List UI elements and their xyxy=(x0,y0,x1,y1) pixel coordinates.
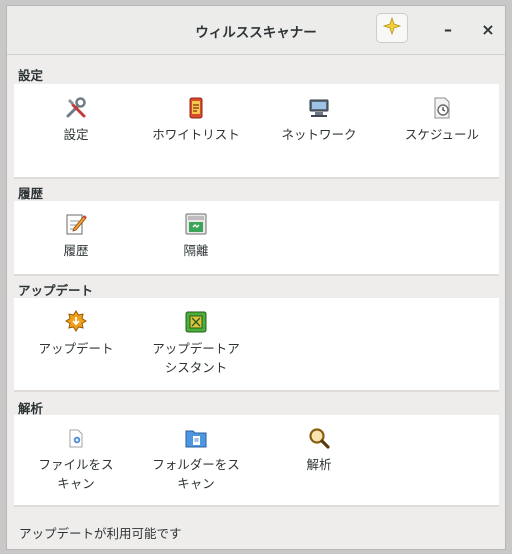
network-icon xyxy=(307,96,331,120)
quarantine-item[interactable]: 隔離 xyxy=(141,212,251,260)
history-item[interactable]: 履歴 xyxy=(21,212,131,260)
spark-button[interactable] xyxy=(376,13,408,43)
scan-file-icon xyxy=(64,426,88,450)
update-item-label: アップデート xyxy=(38,341,114,356)
virus-scanner-window: ウィルススキャナー – × 設定 設定 ホワイトリスト ネットワーク スケジュー… xyxy=(6,5,506,550)
scan-folder-item-label: フォルダーをス キャン xyxy=(152,457,240,491)
section-title-update: アップデート xyxy=(18,283,94,298)
settings-item[interactable]: 設定 xyxy=(21,96,131,144)
update-panel: アップデート アップデートア シスタント xyxy=(14,298,499,392)
notepad-icon xyxy=(64,212,88,236)
close-button[interactable]: × xyxy=(475,16,501,42)
status-text: アップデートが利用可能です xyxy=(19,526,182,541)
schedule-item-label: スケジュール xyxy=(404,127,480,142)
update-icon xyxy=(64,310,88,334)
section-title-history: 履歴 xyxy=(18,186,44,201)
whitelist-item-label: ホワイトリスト xyxy=(152,127,240,142)
magnifier-icon xyxy=(307,426,331,450)
update-assistant-item-label: アップデートア シスタント xyxy=(152,341,240,375)
analysis-panel: ファイルをス キャン フォルダーをス キャン 解析 xyxy=(14,415,499,507)
schedule-icon xyxy=(430,96,454,120)
whitelist-item[interactable]: ホワイトリスト xyxy=(141,96,251,144)
analysis-item[interactable]: 解析 xyxy=(264,426,374,474)
quarantine-item-label: 隔離 xyxy=(183,243,209,258)
analysis-item-label: 解析 xyxy=(306,457,332,472)
scan-file-item-label: ファイルをス キャン xyxy=(38,457,114,491)
scan-folder-icon xyxy=(184,426,208,450)
sparkle-icon xyxy=(382,16,402,39)
section-title-settings: 設定 xyxy=(18,68,44,83)
quarantine-icon xyxy=(184,212,208,236)
title-bar[interactable]: ウィルススキャナー – × xyxy=(7,6,505,55)
window-title: ウィルススキャナー xyxy=(195,25,317,41)
history-item-label: 履歴 xyxy=(63,243,89,258)
update-assistant-item[interactable]: アップデートア シスタント xyxy=(141,310,251,377)
network-item-label: ネットワーク xyxy=(281,127,357,142)
schedule-item[interactable]: スケジュール xyxy=(387,96,497,144)
minimize-button[interactable]: – xyxy=(435,16,461,42)
settings-item-label: 設定 xyxy=(63,127,89,142)
whitelist-icon xyxy=(184,96,208,120)
history-panel: 履歴 隔離 xyxy=(14,201,499,276)
scan-folder-item[interactable]: フォルダーをス キャン xyxy=(141,426,251,493)
scan-file-item[interactable]: ファイルをス キャン xyxy=(21,426,131,493)
tools-icon xyxy=(64,96,88,120)
update-assistant-icon xyxy=(184,310,208,334)
update-item[interactable]: アップデート xyxy=(21,310,131,358)
network-item[interactable]: ネットワーク xyxy=(264,96,374,144)
settings-panel: 設定 ホワイトリスト ネットワーク スケジュール xyxy=(14,84,499,179)
